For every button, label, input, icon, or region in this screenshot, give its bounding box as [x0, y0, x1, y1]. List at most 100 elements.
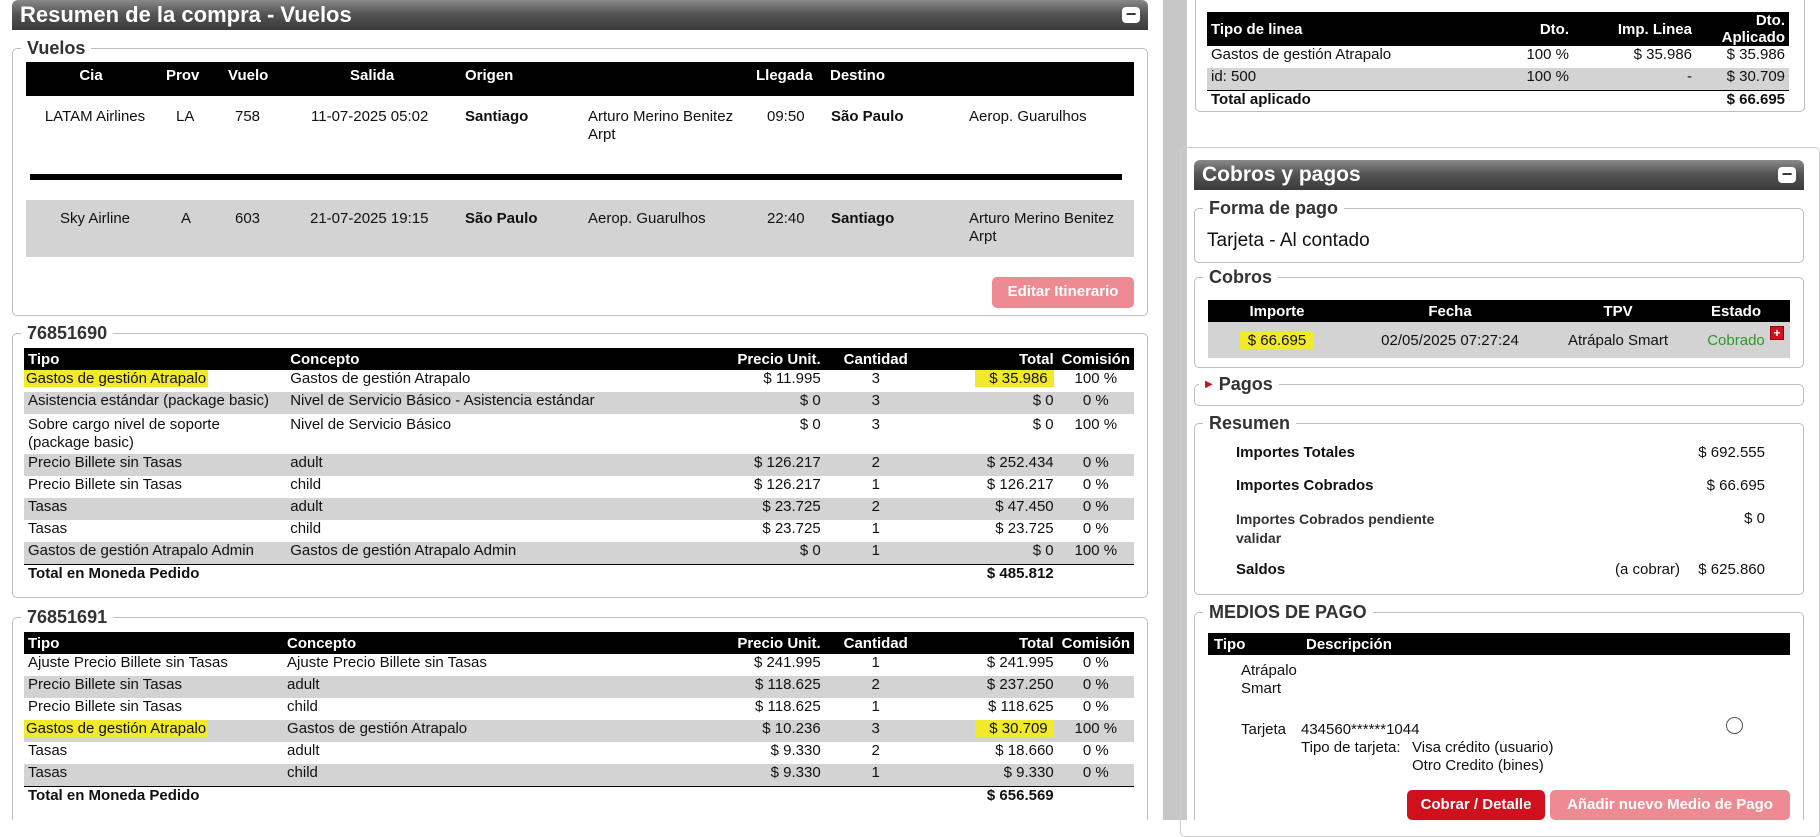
row-total: $ 0: [926, 542, 1058, 565]
row-cantidad: 1: [871, 654, 880, 671]
row-comision: 0 %: [1082, 654, 1109, 671]
row-cantidad: 3: [824, 720, 927, 742]
row-tipo: Tasas: [24, 498, 287, 520]
row-total: $ 18.660: [995, 742, 1054, 759]
row-total: $ 0: [926, 392, 1058, 414]
payments-legend-label: Pagos: [1218, 374, 1273, 394]
card-select-radio[interactable]: [1726, 717, 1743, 734]
row-tipo: Precio Billete sin Tasas: [24, 454, 287, 476]
summary-legend: Resumen: [1203, 412, 1297, 434]
summary-saldos-label: Saldos: [1236, 561, 1286, 578]
row-cantidad: 3: [824, 392, 927, 414]
col-cantidad: Cantidad: [824, 632, 927, 654]
flights-col-salida: Salida: [350, 67, 395, 84]
row-total: $ 30.709: [975, 720, 1054, 737]
summary-pendiente-label: Importes Cobrados pendiente validar: [1236, 511, 1435, 546]
collapse-icon[interactable]: −: [1778, 165, 1796, 183]
edit-itinerary-button[interactable]: Editar Itinerario: [992, 277, 1134, 308]
flight-origin: São Paulo: [465, 210, 538, 227]
expand-arrow-icon[interactable]: ▶: [1205, 379, 1213, 390]
row-precio: $ 118.625: [684, 676, 825, 698]
flight-destination: Santiago: [831, 210, 895, 227]
row-tipo: Precio Billete sin Tasas: [28, 476, 182, 493]
payment-methods-legend: MEDIOS DE PAGO: [1203, 601, 1373, 623]
cobrar-detalle-button[interactable]: Cobrar / Detalle: [1407, 790, 1545, 820]
row-concepto: child: [290, 476, 322, 493]
row-comision: 0 %: [1082, 742, 1109, 759]
payments-header-title: Cobros y pagos: [1202, 163, 1361, 186]
row-precio: $ 241.995: [753, 654, 821, 671]
col-tipo: Tipo: [24, 348, 287, 370]
payments-legend[interactable]: ▶ Pagos: [1199, 373, 1279, 397]
row-cantidad: 2: [824, 454, 927, 476]
order-lines-table-1: Tipo Concepto Precio Unit. Cantidad Tota…: [24, 348, 1134, 587]
row-concepto: adult: [286, 454, 685, 476]
card-number: 434560******1044: [1301, 721, 1420, 738]
row-concepto: child: [287, 698, 318, 715]
table-row: Tasas adult $ 23.725 2 $ 47.450 0 %: [24, 498, 1134, 520]
total-row: Total en Moneda Pedido $ 485.812: [24, 564, 1134, 587]
row-total: $ 118.625: [988, 698, 1054, 715]
flight-number: 758: [235, 108, 261, 125]
flight-number: 603: [235, 210, 261, 227]
row-comision: 100 %: [1057, 542, 1134, 565]
row-concepto: adult: [286, 498, 685, 520]
table-row: Gastos de gestión Atrapalo Admin Gastos …: [24, 542, 1134, 565]
row-precio: $ 118.625: [755, 698, 821, 715]
row-tipo: Asistencia estándar (package basic): [24, 392, 287, 414]
col-tpv: TPV: [1554, 300, 1682, 322]
flight-arrival: 09:50: [767, 108, 805, 125]
payments-subsection[interactable]: ▶ Pagos: [1194, 373, 1804, 406]
table-row: Precio Billete sin Tasas adult $ 126.217…: [24, 454, 1134, 476]
row-concepto: Gastos de gestión Atrapalo: [283, 720, 685, 742]
row-total: $ 23.725: [995, 520, 1054, 537]
charge-amount: $ 66.695: [1239, 331, 1315, 349]
col-precio: Precio Unit.: [684, 632, 825, 654]
row-comision: 0 %: [1057, 392, 1134, 414]
col-total: Total: [926, 632, 1058, 654]
col-descripcion: Descripción: [1306, 636, 1392, 653]
col-total: Total: [926, 348, 1058, 370]
col-precio: Precio Unit.: [684, 348, 825, 370]
card-type-2: Otro Credito (bines): [1412, 757, 1544, 774]
payment-method-section: Forma de pago Tarjeta - Al contado: [1194, 197, 1804, 263]
collapse-icon[interactable]: −: [1122, 5, 1140, 23]
table-row: Precio Billete sin Tasas adult $ 118.625…: [24, 676, 1134, 698]
row-total: $ 241.995: [986, 654, 1054, 671]
total-row: Total en Moneda Pedido $ 656.569: [24, 786, 1134, 809]
col-dto: Dto.: [1485, 12, 1573, 46]
row-cantidad: 1: [871, 520, 880, 537]
payment-method-value: Tarjeta - Al contado: [1207, 230, 1370, 251]
charge-status: Cobrado: [1707, 331, 1765, 349]
row-dto: 100 %: [1526, 46, 1569, 63]
payment-method-legend: Forma de pago: [1203, 197, 1345, 219]
row-tipo: id: 500: [1207, 68, 1485, 91]
row-tipo: Tasas: [28, 742, 68, 759]
flights-col-llegada: Llegada: [756, 67, 813, 84]
summary-pendiente-value: $ 0: [1744, 510, 1765, 527]
order-lines-table-2: Tipo Concepto Precio Unit. Cantidad Tota…: [24, 632, 1134, 809]
row-dto: 100 %: [1485, 68, 1573, 91]
row-tipo: Precio Billete sin Tasas: [28, 698, 182, 715]
flights-col-cia: Cia: [79, 67, 103, 84]
flights-col-destino: Destino: [830, 67, 886, 84]
card-type-label: Tipo de tarjeta:: [1301, 739, 1401, 756]
row-concepto: child: [283, 764, 685, 787]
flight-row: LATAM Airlines LA 758 11-07-2025 05:02 S…: [26, 100, 1134, 162]
row-tipo: Gastos de gestión Atrapalo: [1211, 46, 1392, 63]
card-type-1: Visa crédito (usuario): [1412, 739, 1554, 756]
flight-origin: Santiago: [465, 108, 529, 125]
add-charge-icon[interactable]: +: [1770, 326, 1784, 340]
table-row: Tasas adult $ 9.330 2 $ 18.660 0 %: [24, 742, 1134, 764]
add-payment-method-button[interactable]: Añadir nuevo Medio de Pago: [1550, 790, 1790, 820]
row-precio: $ 9.330: [770, 742, 821, 759]
row-comision: 0 %: [1082, 476, 1109, 493]
flight-arrival: 22:40: [767, 210, 805, 227]
row-concepto: Nivel de Servicio Básico: [290, 416, 452, 433]
row-concepto: adult: [287, 742, 320, 759]
flight-destination-airport: Arturo Merino Benitez Arpt: [969, 210, 1115, 245]
flight-prov: LA: [176, 108, 195, 125]
row-tipo: Tasas: [28, 520, 68, 537]
row-tipo: Sobre cargo nivel de soporte (package ba…: [28, 416, 220, 451]
summary-cobrados-value: $ 66.695: [1706, 477, 1765, 494]
